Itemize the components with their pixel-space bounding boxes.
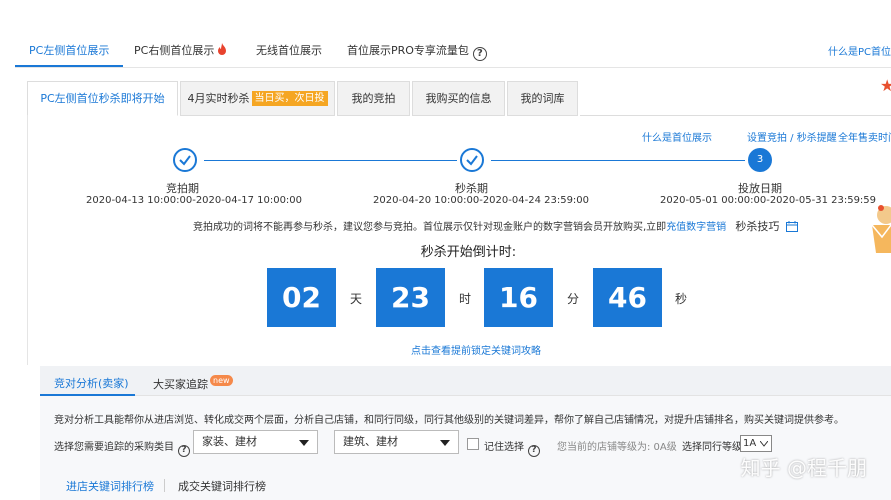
recharge-link[interactable]: 充值数字营销 (666, 222, 726, 233)
help-icon[interactable]: ? (472, 47, 487, 61)
select-value: 建筑、建材 (343, 435, 398, 448)
countdown-hours: 23 (376, 268, 445, 327)
caret-down-icon (440, 440, 450, 446)
peer-level-label: 选择同行等级 (682, 442, 742, 453)
top-tab-pro[interactable]: 首位展示PRO专享流量包? (347, 42, 487, 61)
step-1-title: 竞拍期 (166, 182, 199, 195)
star-icon: ★ (880, 78, 891, 94)
countdown-days-unit: 天 (350, 292, 363, 306)
step-2-done-icon (460, 148, 484, 172)
subtab-upcoming-seckill[interactable]: PC左侧首位秒杀即将开始 (27, 81, 178, 116)
tab-store-keyword-ranking[interactable]: 进店关键词排行榜 (66, 478, 154, 494)
remember-label: 记住选择? (484, 438, 540, 457)
peer-level-select[interactable]: 1A (740, 435, 772, 452)
divider (164, 479, 165, 492)
help-icon[interactable]: ? (528, 445, 540, 457)
calendar-icon[interactable] (785, 221, 798, 232)
top-tab-pc-right[interactable]: PC右侧首位展示 (134, 42, 228, 58)
countdown-minutes-unit: 分 (567, 292, 580, 306)
top-tab-pc-left[interactable]: PC左侧首位展示 (29, 42, 109, 58)
panel-border (27, 115, 28, 365)
subtab-label: 4月实时秒杀 (187, 92, 250, 105)
countdown-days: 02 (267, 268, 336, 327)
watermark: 知乎 @程千朋 (740, 456, 867, 480)
countdown-title: 秒杀开始倒计时: (420, 245, 517, 260)
what-is-pc-link[interactable]: 什么是PC首位 (828, 43, 891, 58)
store-level-text: 您当前的店铺等级为: 0A级 (557, 442, 677, 453)
tab-deal-keyword-ranking[interactable]: 成交关键词排行榜 (178, 478, 266, 494)
step-3-current: 3 (748, 148, 772, 172)
analysis-description: 竞对分析工具能帮你从进店浏览、转化成交两个层面，分析自己店铺，和同行同级，同行其… (54, 415, 844, 426)
subtab-my-bids[interactable]: 我的竞拍 (337, 81, 410, 116)
tab-label: 大买家追踪 (153, 378, 208, 391)
set-reminder-link[interactable]: 设置竞拍 / 秒杀提醒 (747, 129, 837, 144)
top-tab-label: PC右侧首位展示 (134, 44, 215, 57)
active-tab-indicator (40, 394, 135, 396)
select-value: 家装、建材 (202, 435, 257, 448)
step-2-date: 2020-04-20 10:00:00-2020-04-24 23:59:00 (373, 195, 590, 206)
subtab-label: 我的竞拍 (351, 92, 396, 105)
countdown-seconds: 46 (593, 268, 662, 327)
top-tab-label: PC左侧首位展示 (29, 44, 110, 57)
seckill-tips-label[interactable]: 秒杀技巧 (735, 220, 779, 233)
step-connector (491, 160, 745, 161)
category-select-2[interactable]: 建筑、建材 (334, 430, 459, 454)
top-tab-label: 首位展示PRO专享流量包 (347, 44, 469, 57)
countdown-seconds-unit: 秒 (675, 292, 688, 306)
tab-competitor-analysis[interactable]: 竞对分析(卖家) (54, 375, 129, 391)
new-badge: new (210, 375, 233, 386)
remember-text: 记住选择 (484, 442, 524, 453)
step-1-done-icon (173, 148, 197, 172)
top-tab-label: 无线首位展示 (256, 44, 322, 57)
remember-checkbox[interactable] (467, 438, 479, 450)
chevron-down-icon (760, 441, 768, 447)
countdown-hours-unit: 时 (459, 292, 472, 306)
step-3-date: 2020-05-01 00:00:00-2020-05-31 23:59:59 (660, 195, 877, 206)
notice-body: 竞拍成功的词将不能再参与秒杀，建议您参与竞拍。首位展示仅针对现金账户的数字营销会… (193, 222, 667, 233)
check-icon (466, 155, 478, 166)
step-2-title: 秒杀期 (455, 182, 488, 195)
step-3-title: 投放日期 (738, 182, 782, 195)
yearly-schedule-link[interactable]: 全年售卖时间 (838, 129, 891, 144)
subtab-label: PC左侧首位秒杀即将开始 (40, 92, 165, 105)
category-select-1[interactable]: 家装、建材 (193, 430, 318, 454)
countdown-minutes: 16 (484, 268, 553, 327)
subtab-badge: 当日买，次日投 (251, 91, 328, 106)
what-is-first-display-link[interactable]: 什么是首位展示 (642, 129, 712, 144)
subtab-word-library[interactable]: 我的词库 (507, 81, 578, 116)
divider (15, 67, 891, 68)
select-value: 1A (743, 438, 757, 449)
subtab-realtime-seckill[interactable]: 4月实时秒杀 当日买，次日投 (180, 81, 335, 116)
step-connector (204, 160, 457, 161)
subtab-label: 我的词库 (520, 92, 565, 105)
subtab-label: 我购买的信息 (425, 92, 492, 105)
notice-text: 竞拍成功的词将不能再参与秒杀，建议您参与竞拍。首位展示仅针对现金账户的数字营销会… (193, 218, 798, 234)
caret-down-icon (299, 440, 309, 446)
subtab-purchased-info[interactable]: 我购买的信息 (412, 81, 505, 116)
tab-big-buyer-tracking[interactable]: 大买家追踪 new (153, 375, 233, 392)
keyword-strategy-link[interactable]: 点击查看提前锁定关键词攻略 (411, 342, 541, 357)
fire-icon (218, 43, 227, 55)
top-tab-mobile[interactable]: 无线首位展示 (256, 42, 322, 58)
category-label-text: 选择您需要追踪的采购类目 (54, 442, 174, 453)
check-icon (179, 155, 191, 166)
category-label: 选择您需要追踪的采购类目? (54, 438, 190, 457)
divider (580, 115, 891, 116)
help-icon[interactable]: ? (178, 445, 190, 457)
step-1-date: 2020-04-13 10:00:00-2020-04-17 10:00:00 (86, 195, 303, 206)
